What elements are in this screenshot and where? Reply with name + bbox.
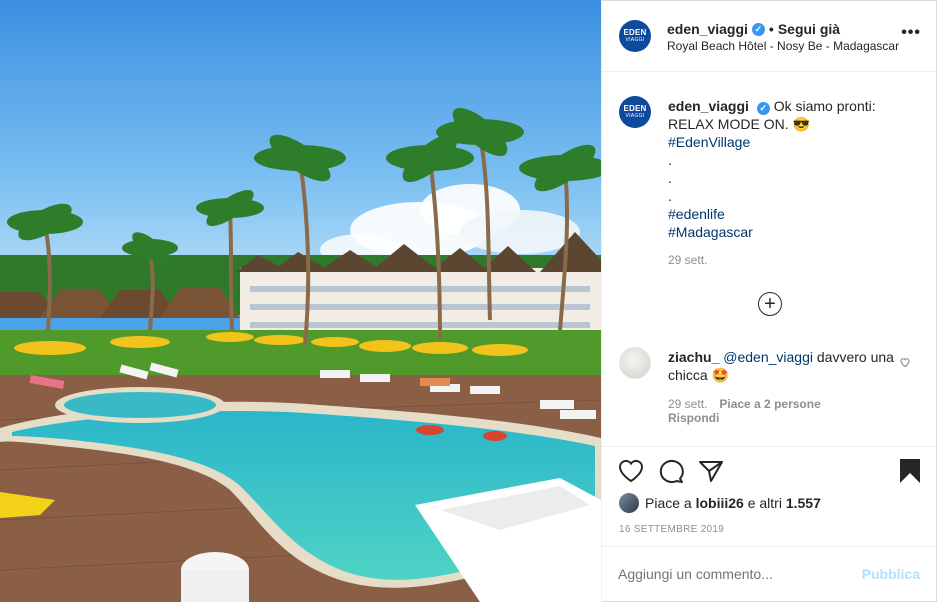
comment-mention[interactable]: @eden_viaggi xyxy=(723,349,813,365)
load-more-comments-button[interactable]: + xyxy=(758,292,782,316)
bookmark-icon[interactable] xyxy=(899,459,921,486)
comment-likes-link[interactable]: Piace a 2 persone xyxy=(719,397,820,411)
liker-avatar xyxy=(619,493,639,513)
hashtag-edenvillage[interactable]: #EdenVillage xyxy=(668,133,923,151)
caption-line-1: Ok siamo pronti: xyxy=(773,98,876,114)
caption-username[interactable]: eden_viaggi xyxy=(668,98,749,114)
post-date[interactable]: 16 SETTEMBRE 2019 xyxy=(619,524,724,535)
caption-dot: . xyxy=(668,152,672,168)
resort-pool-image xyxy=(0,0,601,602)
comment-meta: 29 sett. Piace a 2 persone Rispondi xyxy=(668,397,821,425)
comments-section[interactable]: EDEN VIAGGI eden_viaggi ✓ Ok siamo pront… xyxy=(602,73,937,445)
reply-button[interactable]: Rispondi xyxy=(668,411,719,425)
comment-timestamp[interactable]: 29 sett. xyxy=(668,397,707,411)
avatar-logo-text: EDEN xyxy=(623,28,647,37)
caption-text: eden_viaggi ✓ Ok siamo pronti: RELAX MOD… xyxy=(668,97,923,241)
comment-input[interactable] xyxy=(618,566,848,582)
comment-text: ziachu_ @eden_viaggi davvero una chicca … xyxy=(668,348,898,384)
post-photo[interactable] xyxy=(0,0,601,602)
caption-dot: . xyxy=(668,188,672,204)
more-options-icon[interactable]: ••• xyxy=(901,24,921,42)
avatar-logo-subtext: VIAGGI xyxy=(625,113,645,119)
follow-status-button[interactable]: Segui già xyxy=(778,21,840,37)
caption-author-avatar[interactable]: EDEN VIAGGI xyxy=(619,96,651,128)
heart-icon[interactable] xyxy=(618,459,644,486)
verified-badge-icon: ✓ xyxy=(756,102,770,115)
author-username[interactable]: eden_viaggi xyxy=(667,21,748,37)
likes-count[interactable]: 1.557 xyxy=(786,495,821,511)
header-user-line: eden_viaggi ✓ • Segui già xyxy=(667,21,840,37)
plus-icon: + xyxy=(764,293,776,315)
hashtag-madagascar[interactable]: #Madagascar xyxy=(668,223,923,241)
verified-badge-icon: ✓ xyxy=(751,22,765,36)
author-avatar[interactable]: EDEN VIAGGI xyxy=(619,20,651,52)
caption-line-2: RELAX MODE ON. 😎 xyxy=(668,116,810,132)
paper-plane-icon[interactable] xyxy=(698,459,724,486)
post-location[interactable]: Royal Beach Hôtel - Nosy Be - Madagascar xyxy=(667,39,899,53)
comment-bubble-icon[interactable] xyxy=(658,459,684,486)
header-separator: • xyxy=(768,21,774,37)
commenter-username[interactable]: ziachu_ xyxy=(668,349,719,365)
publish-button[interactable]: Pubblica xyxy=(862,566,920,582)
post-header: EDEN VIAGGI eden_viaggi ✓ • Segui già Ro… xyxy=(602,0,937,72)
post-side-panel: EDEN VIAGGI eden_viaggi ✓ • Segui già Ro… xyxy=(601,0,937,602)
caption-timestamp[interactable]: 29 sett. xyxy=(668,253,707,267)
likes-prefix: Piace a xyxy=(645,495,692,511)
add-comment-bar: Pubblica xyxy=(602,546,937,602)
commenter-avatar[interactable] xyxy=(619,347,651,379)
comment-heart-icon[interactable] xyxy=(899,355,911,371)
caption-dot: . xyxy=(668,170,672,186)
hashtag-edenlife[interactable]: #edenlife xyxy=(668,205,923,223)
avatar-logo-text: EDEN xyxy=(623,104,647,113)
likes-summary[interactable]: Piace a lobiii26 e altri 1.557 xyxy=(619,493,821,513)
avatar-logo-subtext: VIAGGI xyxy=(625,37,645,43)
post-actions: Piace a lobiii26 e altri 1.557 16 SETTEM… xyxy=(602,446,937,546)
likes-middle: e altri xyxy=(747,495,782,511)
liker-username[interactable]: lobiii26 xyxy=(696,495,744,511)
